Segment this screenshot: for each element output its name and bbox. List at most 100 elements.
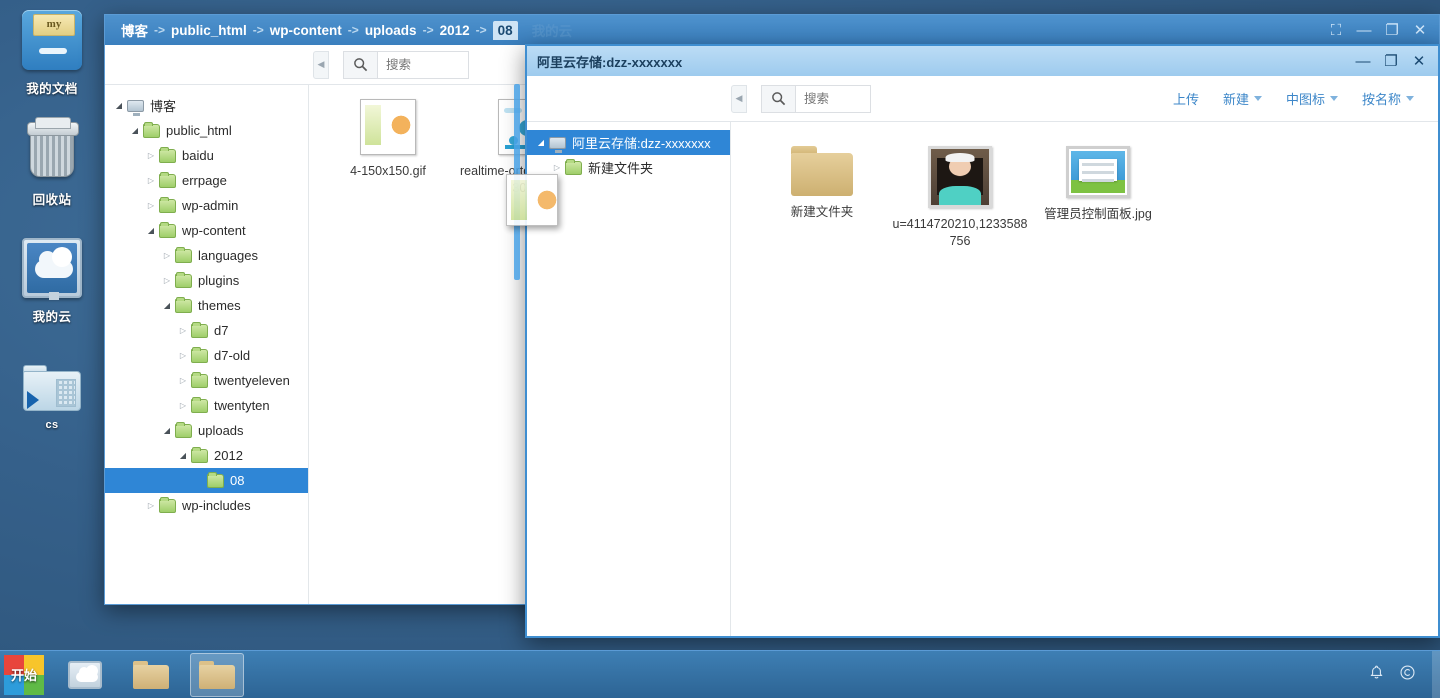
- chevron-right-icon[interactable]: ▷: [159, 251, 175, 260]
- tree-item-wp-content[interactable]: ◢ wp-content: [105, 218, 308, 243]
- chevron-right-icon[interactable]: ▷: [143, 151, 159, 160]
- chevron-right-icon[interactable]: ▷: [549, 163, 565, 172]
- breadcrumb-item[interactable]: 博客: [121, 20, 148, 40]
- chevron-down-icon[interactable]: ◢: [159, 301, 175, 310]
- tree-item-wp-includes[interactable]: ▷ wp-includes: [105, 493, 308, 518]
- tree-item-[interactable]: ▷ 新建文件夹: [527, 155, 730, 180]
- close-button[interactable]: ✕: [1406, 50, 1432, 72]
- chevron-right-icon[interactable]: ▷: [175, 401, 191, 410]
- cloud-storage-window[interactable]: 阿里云存储:dzz-xxxxxxx — ❐ ✕ ◀ 上传 新建: [525, 44, 1440, 638]
- breadcrumb-item-current[interactable]: 08: [492, 20, 518, 40]
- cloud-file-list-area[interactable]: 新建文件夹 u=4114720210,1233588756 管理员控制面板.jpg: [731, 122, 1438, 636]
- desktop-icon-my-documents[interactable]: 我的文档: [0, 10, 104, 97]
- file-item[interactable]: 4-150x150.gif: [319, 99, 457, 197]
- show-desktop-button[interactable]: [1432, 651, 1440, 698]
- chevron-right-icon[interactable]: ▷: [175, 376, 191, 385]
- tree-item-label: twentyten: [214, 398, 270, 413]
- cloud-window-titlebar[interactable]: 阿里云存储:dzz-xxxxxxx — ❐ ✕: [527, 46, 1438, 76]
- new-button-label: 新建: [1222, 92, 1249, 107]
- upload-button[interactable]: 上传: [1163, 83, 1209, 114]
- tree-item-08[interactable]: 08: [105, 468, 308, 493]
- tree-item-errpage[interactable]: ▷ errpage: [105, 168, 308, 193]
- tree-item-[interactable]: ◢ 博客: [105, 93, 308, 118]
- maximize-button[interactable]: ❐: [1378, 50, 1404, 72]
- bell-icon[interactable]: [1368, 664, 1385, 686]
- sidebar-collapse-handle[interactable]: ◀: [731, 84, 747, 113]
- tree-item-public_html[interactable]: ◢ public_html: [105, 118, 308, 143]
- tree-item-label: languages: [198, 248, 258, 263]
- cloud-file-name-label: 管理员控制面板.jpg: [1044, 207, 1152, 221]
- sidebar-collapse-handle[interactable]: ◀: [313, 50, 329, 79]
- breadcrumb-ghost-label: 我的云: [531, 24, 573, 39]
- desktop-icon-label: 回收站: [32, 193, 72, 207]
- tree-item-dzz-xxxxxxx[interactable]: ◢ 阿里云存储:dzz-xxxxxxx: [527, 130, 730, 155]
- chevron-right-icon[interactable]: ▷: [143, 501, 159, 510]
- cloud-folder-tree[interactable]: ◢ 阿里云存储:dzz-xxxxxxx ▷ 新建文件夹: [527, 122, 731, 636]
- cloud-search-input[interactable]: [795, 84, 871, 113]
- chevron-right-icon[interactable]: ▷: [143, 201, 159, 210]
- tree-item-label: 2012: [214, 448, 243, 463]
- search-input[interactable]: [377, 50, 469, 79]
- breadcrumb-item[interactable]: uploads: [365, 23, 417, 38]
- chevron-down-icon[interactable]: ◢: [533, 138, 549, 147]
- cloud-search-box[interactable]: [761, 84, 871, 113]
- file-thumbnail: [360, 99, 416, 155]
- new-button[interactable]: 新建: [1213, 83, 1272, 114]
- tree-item-d7-old[interactable]: ▷ d7-old: [105, 343, 308, 368]
- chevron-down-icon[interactable]: ◢: [111, 101, 127, 110]
- desktop-icon-cs[interactable]: cs: [0, 355, 104, 431]
- taskbar[interactable]: 开始: [0, 650, 1440, 698]
- folder-icon: [175, 296, 192, 313]
- desktop-icon-my-cloud[interactable]: 我的云: [0, 238, 104, 325]
- desktop-icon-recycle-bin[interactable]: 回收站: [0, 117, 104, 208]
- fullscreen-button[interactable]: ⛶: [1323, 19, 1349, 41]
- taskbar-item-cloud[interactable]: [58, 653, 112, 697]
- chevron-down-icon: [1253, 96, 1262, 101]
- chevron-down-icon[interactable]: ◢: [175, 451, 191, 460]
- copyright-icon[interactable]: [1399, 664, 1416, 686]
- taskbar-item-folder-1[interactable]: [124, 653, 178, 697]
- close-button[interactable]: ✕: [1407, 19, 1433, 41]
- chevron-down-icon[interactable]: ◢: [159, 426, 175, 435]
- window-titlebar[interactable]: 博客 -> public_html -> wp-content -> uploa…: [105, 15, 1439, 45]
- minimize-button[interactable]: —: [1350, 50, 1376, 72]
- folder-icon: [143, 121, 160, 138]
- tree-item-twentyten[interactable]: ▷ twentyten: [105, 393, 308, 418]
- breadcrumb-item[interactable]: public_html: [171, 23, 247, 38]
- breadcrumb-item[interactable]: 2012: [440, 23, 470, 38]
- drag-indicator-line: [514, 84, 520, 280]
- search-icon[interactable]: [343, 50, 377, 79]
- cloud-window-body: ◢ 阿里云存储:dzz-xxxxxxx ▷ 新建文件夹 新建文件夹 u=41147202…: [527, 122, 1438, 636]
- chevron-right-icon[interactable]: ▷: [143, 176, 159, 185]
- cloud-file-item[interactable]: 新建文件夹: [753, 146, 891, 250]
- tree-item-2012[interactable]: ◢ 2012: [105, 443, 308, 468]
- tree-item-uploads[interactable]: ◢ uploads: [105, 418, 308, 443]
- tree-item-twentyeleven[interactable]: ▷ twentyeleven: [105, 368, 308, 393]
- sort-button[interactable]: 按名称: [1352, 83, 1424, 114]
- view-mode-button[interactable]: 中图标: [1276, 83, 1348, 114]
- maximize-button[interactable]: ❐: [1379, 19, 1405, 41]
- cloud-file-grid[interactable]: 新建文件夹 u=4114720210,1233588756 管理员控制面板.jpg: [731, 122, 1438, 268]
- tree-item-d7[interactable]: ▷ d7: [105, 318, 308, 343]
- cloud-file-item[interactable]: u=4114720210,1233588756: [891, 146, 1029, 250]
- chevron-down-icon[interactable]: ◢: [127, 126, 143, 135]
- cloud-file-item[interactable]: 管理员控制面板.jpg: [1029, 146, 1167, 250]
- tree-item-languages[interactable]: ▷ languages: [105, 243, 308, 268]
- folder-tree[interactable]: ◢ 博客 ◢ public_html ▷ baidu ▷ errpage ▷ wp-admin ◢ w…: [105, 85, 309, 604]
- search-box[interactable]: [343, 50, 469, 79]
- chevron-down-icon[interactable]: ◢: [143, 226, 159, 235]
- desktop[interactable]: 我的文档 回收站 我的云 cs 博客 -> publi: [0, 0, 1440, 698]
- tree-item-themes[interactable]: ◢ themes: [105, 293, 308, 318]
- chevron-right-icon[interactable]: ▷: [175, 351, 191, 360]
- cloud-toolbar: ◀ 上传 新建 中图标 按名称: [527, 76, 1438, 122]
- minimize-button[interactable]: —: [1351, 19, 1377, 41]
- search-icon[interactable]: [761, 84, 795, 113]
- chevron-right-icon[interactable]: ▷: [175, 326, 191, 335]
- tree-item-wp-admin[interactable]: ▷ wp-admin: [105, 193, 308, 218]
- chevron-right-icon[interactable]: ▷: [159, 276, 175, 285]
- tree-item-baidu[interactable]: ▷ baidu: [105, 143, 308, 168]
- taskbar-item-folder-2[interactable]: [190, 652, 244, 697]
- breadcrumb-item[interactable]: wp-content: [270, 23, 342, 38]
- start-button[interactable]: 开始: [2, 653, 46, 697]
- tree-item-plugins[interactable]: ▷ plugins: [105, 268, 308, 293]
